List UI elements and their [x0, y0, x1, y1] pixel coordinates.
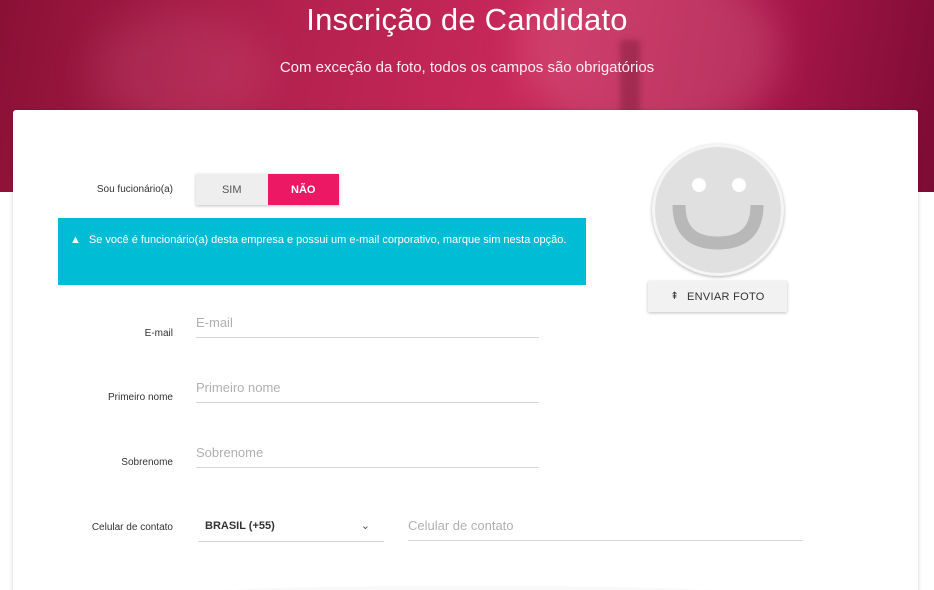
upload-photo-button[interactable]: ⇞ ENVIAR FOTO: [648, 281, 787, 312]
smiley-icon: [652, 144, 784, 276]
email-field: [196, 308, 539, 338]
phone-label: Celular de contato: [91, 522, 173, 533]
email-label: E-mail: [144, 328, 173, 339]
first-name-input[interactable]: [196, 373, 539, 401]
first-name-label: Primeiro nome: [107, 392, 173, 403]
last-name-field: [196, 438, 539, 468]
phone-field: [408, 511, 803, 541]
last-name-input[interactable]: [196, 438, 539, 466]
first-name-field: [196, 373, 539, 403]
toggle-sim-button[interactable]: SIM: [196, 174, 268, 205]
upload-icon: ⇞: [670, 291, 679, 302]
upload-photo-label: ENVIAR FOTO: [687, 290, 765, 303]
toggle-nao-button[interactable]: NÃO: [267, 174, 339, 205]
employee-label: Sou fucionário(a): [96, 184, 173, 195]
employee-toggle: SIM NÃO: [196, 174, 339, 205]
alert-text: Se você é funcionário(a) desta empresa e…: [88, 234, 567, 246]
country-code-value: BRASIL (+55): [205, 519, 275, 532]
page-subtitle: Com exceção da foto, todos os campos são…: [279, 59, 655, 76]
chevron-down-icon: ⌄: [360, 520, 370, 532]
phone-input[interactable]: [408, 511, 803, 539]
country-code-select[interactable]: BRASIL (+55) ⌄: [198, 510, 384, 542]
warning-icon: ▲: [70, 234, 81, 246]
next-section-hint: [198, 586, 738, 590]
form-card: Sou fucionário(a) SIM NÃO ▲ Se você é fun…: [13, 110, 918, 590]
employee-alert: ▲ Se você é funcionário(a) desta empresa …: [58, 218, 586, 285]
last-name-label: Sobrenome: [121, 457, 173, 468]
email-input[interactable]: [196, 308, 539, 336]
page-title: Inscrição de Candidato: [306, 2, 628, 37]
